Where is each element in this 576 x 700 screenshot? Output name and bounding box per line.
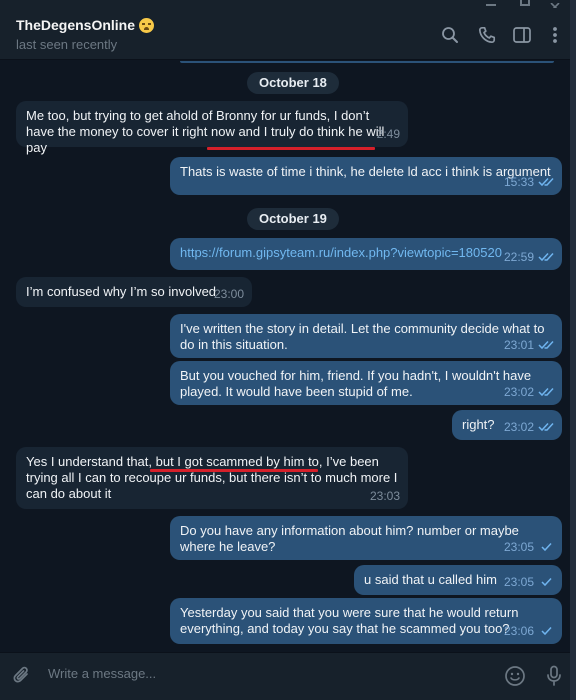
- search-icon[interactable]: [439, 24, 461, 46]
- read-receipt-icon: [538, 340, 554, 350]
- read-receipt-icon: [538, 422, 554, 432]
- message-meta: 2:49: [377, 126, 400, 142]
- message-incoming[interactable]: Yes I understand that, but I got scammed…: [16, 447, 408, 509]
- sent-receipt-icon: [541, 542, 552, 552]
- message-text: I've written the story in detail. Let th…: [180, 321, 545, 352]
- message-time: 23:05: [503, 575, 534, 589]
- message-time: 23:02: [503, 420, 534, 434]
- message-time: 2:49: [376, 127, 400, 141]
- message-text: Yesterday you said that you were sure th…: [180, 605, 519, 636]
- message-text: Yes I understand that, but I got scammed…: [26, 454, 398, 501]
- chat-window: TheDegensOnline last seen recently Octob…: [0, 0, 576, 700]
- message-time: 23:01: [503, 338, 534, 352]
- chat-title[interactable]: TheDegensOnline: [16, 17, 155, 33]
- previous-message-edge: [180, 61, 554, 63]
- highlight-underline: [150, 469, 318, 472]
- sent-receipt-icon: [541, 577, 552, 587]
- message-outgoing[interactable]: Yesterday you said that you were sure th…: [170, 598, 562, 644]
- message-outgoing[interactable]: Do you have any information about him? n…: [170, 516, 562, 560]
- sidebar-toggle-icon[interactable]: [511, 24, 533, 46]
- message-meta: 23:03: [370, 488, 400, 504]
- message-incoming[interactable]: Me too, but trying to get ahold of Bronn…: [16, 101, 408, 155]
- chat-header: TheDegensOnline last seen recently: [0, 8, 570, 60]
- message-link[interactable]: https://forum.gipsyteam.ru/index.php?vie…: [180, 245, 552, 261]
- message-outgoing[interactable]: I've written the story in detail. Let th…: [170, 314, 562, 358]
- message-time: 23:05: [503, 540, 534, 554]
- chat-status: last seen recently: [16, 37, 118, 52]
- message-meta: 23:02: [504, 384, 554, 400]
- message-text: I’m confused why I’m so involved: [26, 284, 217, 299]
- sent-receipt-icon: [541, 626, 552, 636]
- message-time: 15:33: [503, 175, 534, 189]
- message-incoming[interactable]: I’m confused why I’m so involved 23:00: [16, 277, 252, 307]
- message-text: But you vouched for him, friend. If you …: [180, 368, 532, 399]
- message-outgoing[interactable]: right? 23:02: [452, 410, 562, 440]
- date-separator: October 19: [247, 208, 339, 230]
- message-meta: 23:02: [504, 419, 554, 435]
- read-receipt-icon: [538, 252, 554, 262]
- message-input[interactable]: Write a message...: [48, 666, 156, 681]
- attach-paperclip-icon[interactable]: [10, 664, 34, 688]
- message-outgoing[interactable]: But you vouched for him, friend. If you …: [170, 361, 562, 405]
- close-icon[interactable]: [550, 0, 560, 12]
- message-composer: Write a message...: [0, 652, 570, 700]
- date-separator: October 18: [247, 72, 339, 94]
- message-meta: 23:06: [504, 623, 554, 639]
- message-time: 23:06: [503, 624, 534, 638]
- message-outgoing[interactable]: Thats is waste of time i think, he delet…: [170, 157, 562, 195]
- message-meta: 23:05: [504, 539, 554, 555]
- message-meta: 23:00: [214, 286, 244, 302]
- highlight-underline: [207, 147, 375, 150]
- message-meta: 22:59: [504, 249, 554, 265]
- message-meta: 23:05: [504, 574, 554, 590]
- message-meta: 15:33: [504, 174, 554, 190]
- chat-title-text: TheDegensOnline: [16, 17, 136, 33]
- maximize-icon[interactable]: [520, 0, 530, 6]
- message-meta: 23:01: [504, 337, 554, 353]
- emoji-smile-icon[interactable]: [503, 664, 527, 688]
- more-vert-icon[interactable]: [544, 24, 566, 46]
- message-outgoing[interactable]: u said that u called him 23:05: [354, 565, 562, 595]
- microphone-icon[interactable]: [542, 664, 566, 688]
- minimize-icon[interactable]: [486, 0, 496, 6]
- message-outgoing[interactable]: https://forum.gipsyteam.ru/index.php?vie…: [170, 238, 562, 270]
- woozy-face-emoji-icon: [139, 17, 155, 33]
- read-receipt-icon: [538, 387, 554, 397]
- message-list[interactable]: October 18 Me too, but trying to get aho…: [0, 61, 570, 652]
- message-time: 23:00: [213, 287, 244, 301]
- phone-icon[interactable]: [476, 24, 498, 46]
- window-titlebar: [0, 0, 570, 12]
- message-text: Thats is waste of time i think, he delet…: [180, 164, 551, 179]
- read-receipt-icon: [538, 177, 554, 187]
- message-time: 23:03: [369, 489, 400, 503]
- message-time: 22:59: [503, 250, 534, 264]
- message-text: Do you have any information about him? n…: [180, 523, 519, 554]
- message-time: 23:02: [503, 385, 534, 399]
